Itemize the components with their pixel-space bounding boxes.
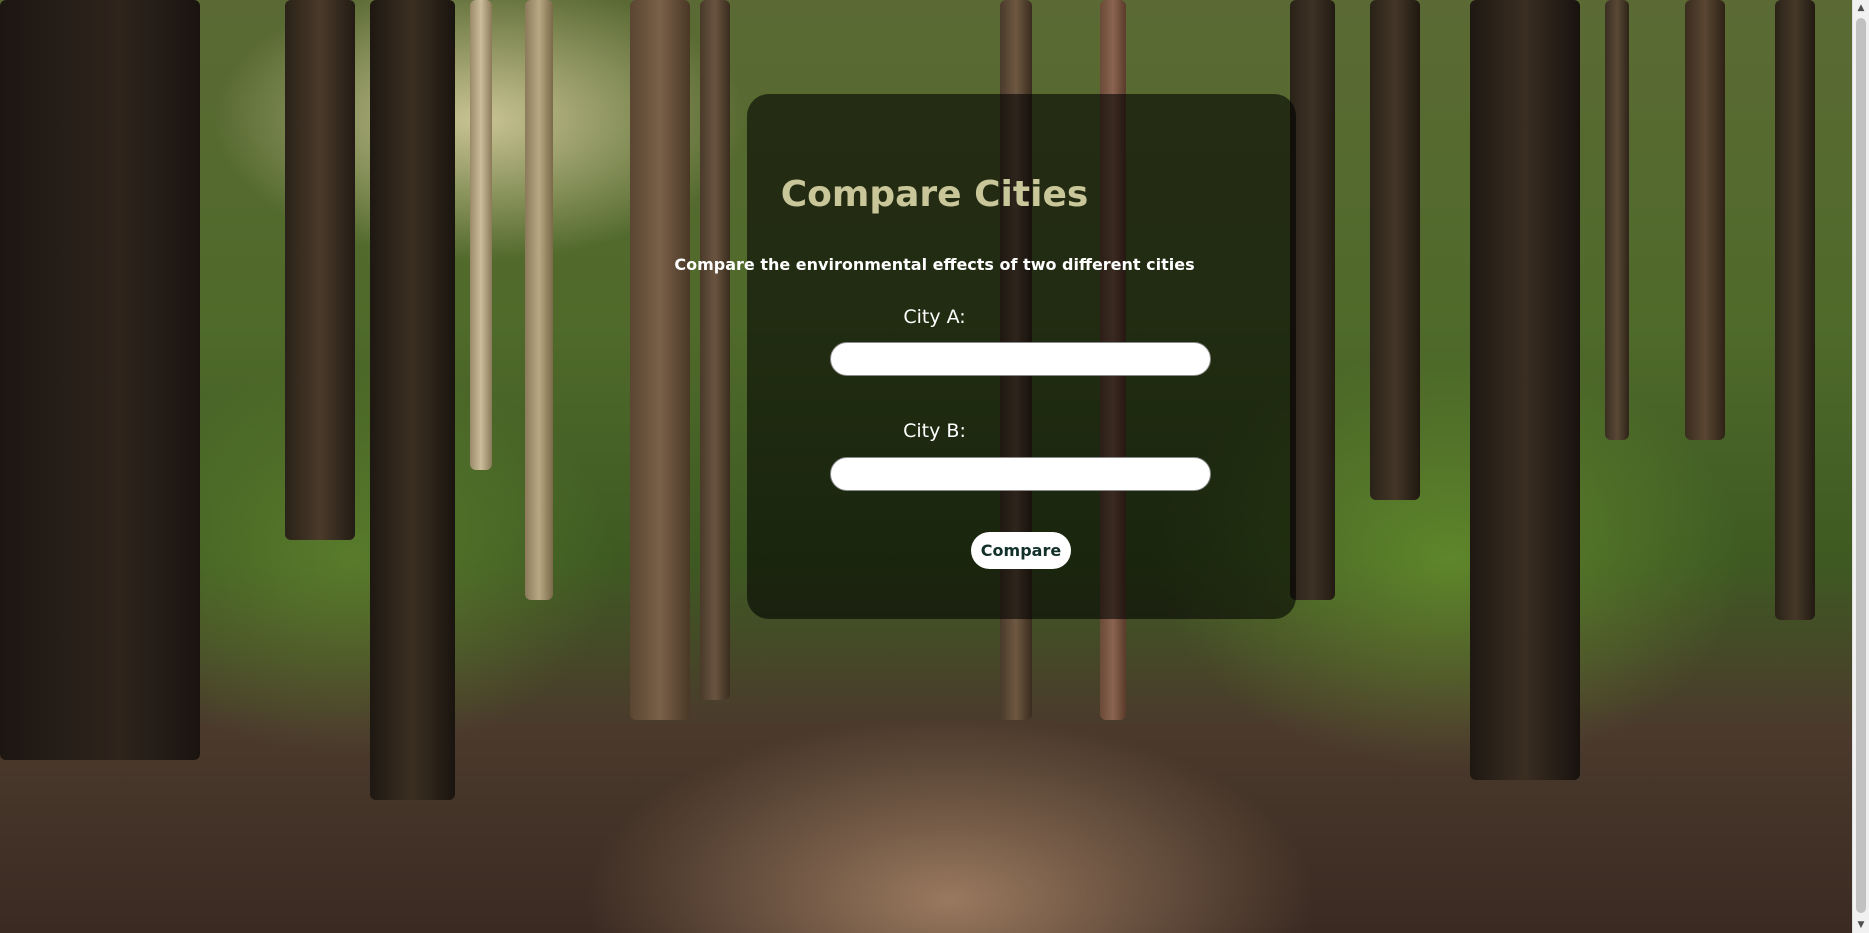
scroll-down-arrow-icon[interactable]: ▼ — [1853, 917, 1869, 933]
city-a-label: City A: — [903, 306, 966, 328]
page-title: Compare Cities — [780, 174, 1089, 215]
tree-trunk — [525, 0, 553, 600]
vertical-scrollbar[interactable]: ▲ ▼ — [1852, 0, 1869, 933]
tree-trunk — [470, 0, 492, 470]
scrollbar-thumb[interactable] — [1856, 18, 1866, 913]
page-subtitle: Compare the environmental effects of two… — [674, 255, 1195, 274]
tree-trunk — [630, 0, 690, 720]
tree-trunk — [1605, 0, 1629, 440]
city-a-input[interactable] — [830, 342, 1211, 376]
compare-button[interactable]: Compare — [971, 532, 1071, 569]
tree-trunk — [370, 0, 455, 800]
tree-trunk — [1290, 0, 1335, 600]
tree-trunk — [1470, 0, 1580, 780]
city-b-label: City B: — [903, 420, 966, 442]
tree-trunk — [700, 0, 730, 700]
scroll-up-arrow-icon[interactable]: ▲ — [1853, 0, 1869, 16]
tree-trunk — [0, 0, 200, 760]
city-b-input[interactable] — [830, 457, 1211, 491]
tree-trunk — [1685, 0, 1725, 440]
page-viewport: Compare Cities Compare the environmental… — [0, 0, 1869, 933]
